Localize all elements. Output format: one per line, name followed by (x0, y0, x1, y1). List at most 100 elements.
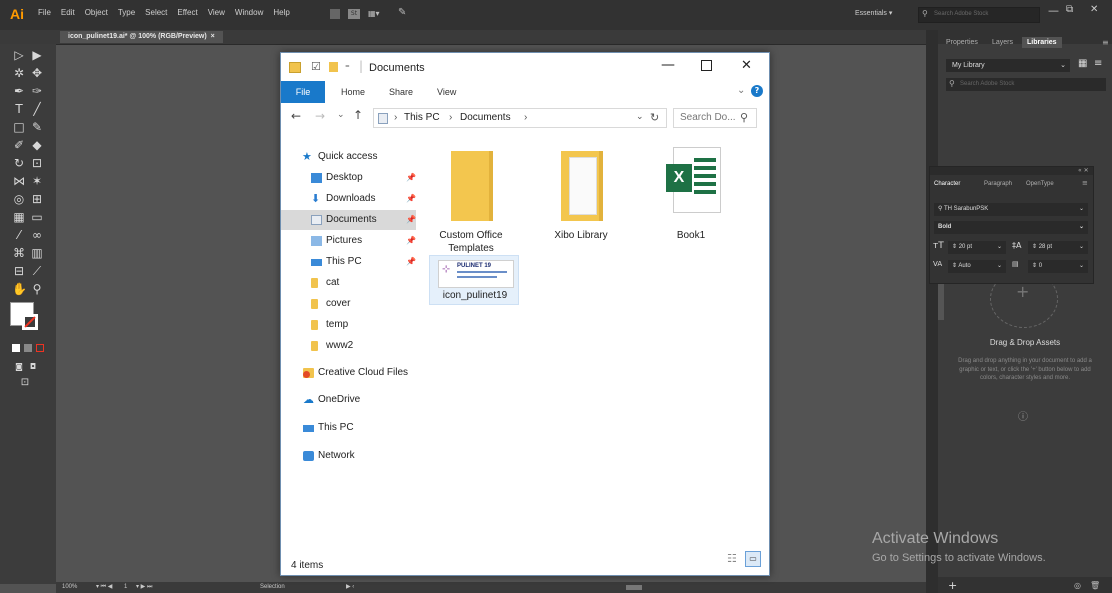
pin-icon[interactable]: 📌 (406, 231, 416, 251)
search-input[interactable]: Search Do... ⚲ (673, 108, 757, 128)
breadcrumb-this-pc[interactable]: This PC (404, 112, 440, 123)
draw-mode-icon[interactable]: ◙ (12, 360, 26, 374)
shaper-tool-icon[interactable]: ✐ (12, 138, 26, 152)
panel-menu-icon[interactable]: ≡ (1102, 38, 1109, 47)
nav-item-this-pc-pinned[interactable]: This PC 📌 (281, 252, 416, 272)
close-icon[interactable]: ✕ (741, 58, 752, 73)
perspective-grid-icon[interactable]: ⊞ (30, 192, 44, 206)
menu-object[interactable]: Object (85, 8, 108, 17)
menu-view[interactable]: View (208, 8, 225, 17)
artboard-nav-icon[interactable]: ▾ ▶ ⏭ (136, 582, 152, 593)
zoom-dropdown-icon[interactable]: ▾ ⏮ ◀ (96, 582, 112, 593)
collapse-icon[interactable]: « ✕ (1078, 167, 1089, 174)
panel-menu-icon[interactable]: ≡ (1082, 179, 1088, 187)
gradient-tool-icon[interactable]: ▭ (30, 210, 44, 224)
new-folder-icon[interactable] (329, 62, 338, 72)
panel-scroll-thumb[interactable] (938, 284, 944, 320)
pen-tool-icon[interactable]: ✒ (12, 84, 26, 98)
up-icon[interactable]: ↑ (353, 108, 363, 122)
help-icon[interactable]: ⓘ (1018, 408, 1028, 423)
tab-layers[interactable]: Layers (992, 39, 1013, 46)
tab-view[interactable]: View (437, 81, 456, 103)
add-asset-icon[interactable]: + (1016, 282, 1029, 301)
nav-item-creative-cloud-files[interactable]: Creative Cloud Files (281, 363, 416, 383)
nav-item-this-pc[interactable]: This PC (281, 418, 416, 438)
pin-icon[interactable]: 📌 (406, 252, 416, 272)
file-item-icon-pulinet19[interactable]: ⊹ PULINET 19 icon_pulinet19 (429, 255, 519, 305)
nav-item-quick-access[interactable]: ★ Quick access (281, 147, 416, 167)
leading-field[interactable]: ⇕ 28 pt ⌄ (1028, 241, 1088, 254)
file-item-custom-office-templates[interactable]: Custom Office Templates (421, 143, 521, 254)
nav-item-pictures[interactable]: Pictures 📌 (281, 231, 416, 251)
menu-select[interactable]: Select (145, 8, 167, 17)
direct-selection-tool-icon[interactable]: ▶ (30, 48, 44, 62)
close-icon[interactable]: × (211, 33, 215, 40)
line-tool-icon[interactable]: ╱ (30, 102, 44, 116)
width-tool-icon[interactable]: ⋈ (12, 174, 26, 188)
library-dropdown[interactable]: My Library ⌄ (946, 59, 1070, 72)
address-bar[interactable]: › This PC › Documents › ⌄ ↻ (373, 108, 667, 128)
tracking-field[interactable]: ⇕ 0 ⌄ (1028, 260, 1088, 273)
menu-file[interactable]: File (38, 8, 51, 17)
color-mode-icon[interactable] (12, 344, 20, 352)
tab-home[interactable]: Home (341, 81, 365, 103)
slice-tool-icon[interactable]: ⟋ (30, 264, 44, 278)
curvature-tool-icon[interactable]: ✑ (30, 84, 44, 98)
font-style-field[interactable]: Bold ⌄ (934, 221, 1088, 234)
tab-share[interactable]: Share (389, 81, 413, 103)
add-content-icon[interactable]: + (948, 579, 957, 592)
eraser-tool-icon[interactable]: ◆ (30, 138, 44, 152)
menu-window[interactable]: Window (235, 8, 263, 17)
menu-edit[interactable]: Edit (61, 8, 75, 17)
tab-opentype[interactable]: OpenType (1026, 181, 1054, 187)
tab-properties[interactable]: Properties (946, 39, 978, 46)
menu-help[interactable]: Help (273, 8, 289, 17)
kerning-field[interactable]: ⇕ Auto ⌄ (948, 260, 1006, 273)
trash-icon[interactable]: 🗑 (1090, 581, 1100, 590)
zoom-tool-icon[interactable]: ⚲ (30, 282, 44, 296)
forward-icon[interactable]: → (315, 109, 325, 123)
minimize-icon[interactable]: — (661, 57, 675, 73)
status-menu-icon[interactable]: ▶ ‹ (346, 582, 354, 593)
magic-wand-icon[interactable]: ✲ (12, 66, 26, 80)
gpu-performance-icon[interactable]: ✎ (398, 7, 406, 18)
hand-tool-icon[interactable]: ✋ (12, 282, 27, 296)
font-size-field[interactable]: ⇕ 20 pt ⌄ (948, 241, 1006, 254)
close-icon[interactable]: ✕ (1090, 4, 1098, 15)
rotate-tool-icon[interactable]: ↻ (12, 156, 26, 170)
paintbrush-tool-icon[interactable]: ✎ (30, 120, 44, 134)
tab-file[interactable]: File (281, 81, 325, 103)
stroke-swatch[interactable] (22, 314, 38, 330)
expand-ribbon-icon[interactable]: ⌄ (737, 85, 745, 96)
nav-item-onedrive[interactable]: ☁ OneDrive (281, 390, 416, 410)
puppet-warp-icon[interactable]: ✶ (30, 174, 44, 188)
rectangle-tool-icon[interactable]: □ (12, 120, 26, 134)
status-mode[interactable]: Selection (260, 582, 285, 593)
zoom-level[interactable]: 100% (62, 582, 77, 593)
mesh-tool-icon[interactable]: ▦ (12, 210, 26, 224)
eyedropper-icon[interactable]: ⁄ (12, 228, 26, 242)
scale-tool-icon[interactable]: ⊡ (30, 156, 44, 170)
nav-item-network[interactable]: Network (281, 446, 416, 466)
tab-libraries[interactable]: Libraries (1022, 37, 1062, 48)
help-icon[interactable]: ? (751, 85, 763, 97)
grid-view-icon[interactable]: ▦ (1078, 58, 1087, 69)
lasso-icon[interactable]: ✥ (30, 66, 44, 80)
nav-item-cover[interactable]: cover (281, 294, 416, 314)
screen-mode-icon[interactable]: ◘ (26, 360, 40, 374)
arrange-documents-icon[interactable]: ▦▾ (368, 9, 388, 19)
nav-item-desktop[interactable]: Desktop 📌 (281, 168, 416, 188)
selection-tool-icon[interactable]: ▷ (12, 48, 26, 62)
nav-item-cat[interactable]: cat (281, 273, 416, 293)
maximize-icon[interactable] (701, 60, 712, 71)
library-search-box[interactable]: ⚲ Search Adobe Stock (946, 78, 1106, 91)
bridge-icon[interactable] (330, 9, 340, 19)
minimize-icon[interactable]: — (1048, 4, 1059, 17)
stock-icon[interactable]: St (348, 9, 360, 19)
breadcrumb-documents[interactable]: Documents (460, 112, 511, 123)
nav-item-documents[interactable]: Documents 📌 (281, 210, 416, 230)
artboard-tool-icon[interactable]: ⊟ (12, 264, 26, 278)
refresh-icon[interactable]: ↻ (650, 111, 659, 124)
recent-locations-icon[interactable]: ⌄ (337, 110, 345, 120)
symbol-sprayer-icon[interactable]: ⌘ (12, 246, 26, 260)
